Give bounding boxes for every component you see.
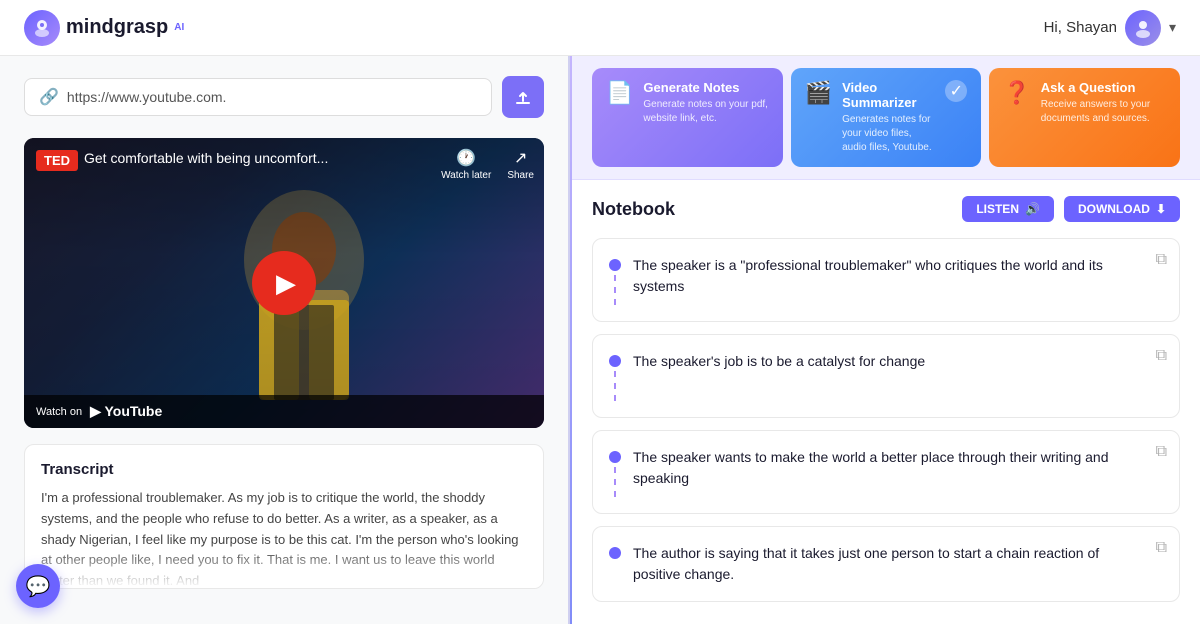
clock-icon: 🕐: [456, 148, 476, 168]
feature-cards-row: 📄 Generate Notes Generate notes on your …: [572, 56, 1200, 180]
transcript-fade: [25, 548, 543, 588]
watch-later-label: Watch later: [441, 170, 491, 181]
download-icon: ⬇: [1156, 202, 1166, 216]
watch-later-action[interactable]: 🕐 Watch later: [441, 148, 491, 181]
ask-desc: Receive answers to your documents and so…: [1041, 98, 1166, 126]
copy-icon-3: ⧉: [1156, 443, 1167, 460]
notebook-header: Notebook LISTEN 🔊 DOWNLOAD ⬇: [592, 196, 1180, 222]
logo-text: mindgrasp: [66, 16, 168, 39]
ask-icon: ❓: [1003, 80, 1030, 106]
chevron-down-icon[interactable]: ▾: [1169, 19, 1176, 36]
video-card-title: Video Summarizer: [842, 80, 935, 110]
generate-title: Generate Notes: [643, 80, 768, 95]
video-card-icon: 🎬: [805, 80, 832, 106]
video-actions: 🕐 Watch later ↗ Share: [441, 148, 534, 181]
youtube-logo: ▶ YouTube: [90, 403, 162, 420]
note-text-3: The speaker wants to make the world a be…: [633, 447, 1135, 489]
generate-notes-card[interactable]: 📄 Generate Notes Generate notes on your …: [592, 68, 783, 167]
video-content: Video Summarizer Generates notes for you…: [842, 80, 935, 155]
listen-button[interactable]: LISTEN 🔊: [962, 196, 1054, 222]
download-button[interactable]: DOWNLOAD ⬇: [1064, 196, 1180, 222]
note-dot-area-2: [609, 351, 621, 401]
copy-button-4[interactable]: ⧉: [1156, 539, 1167, 557]
copy-icon-2: ⧉: [1156, 347, 1167, 364]
notebook-title: Notebook: [592, 199, 675, 220]
link-icon: 🔗: [39, 87, 59, 107]
video-thumbnail: TED Get comfortable with being uncomfort…: [24, 138, 544, 428]
note-dot-4: [609, 547, 621, 559]
generate-content: Generate Notes Generate notes on your pd…: [643, 80, 768, 126]
youtube-bar: Watch on ▶ YouTube: [24, 395, 544, 428]
play-button[interactable]: ▶: [252, 251, 316, 315]
logo-area: mindgrasp AI: [24, 10, 184, 46]
url-area: 🔗: [24, 76, 544, 118]
note-dot-1: [609, 259, 621, 271]
note-text-2: The speaker's job is to be a catalyst fo…: [633, 351, 1135, 372]
url-input-wrapper: 🔗: [24, 78, 492, 116]
note-card-2: The speaker's job is to be a catalyst fo…: [592, 334, 1180, 418]
main-content: 🔗: [0, 56, 1200, 624]
ask-title: Ask a Question: [1041, 80, 1166, 95]
note-card-1: The speaker is a "professional troublema…: [592, 238, 1180, 322]
note-dot-area-1: [609, 255, 621, 305]
note-card-3: The speaker wants to make the world a be…: [592, 430, 1180, 514]
video-container[interactable]: TED Get comfortable with being uncomfort…: [24, 138, 544, 428]
notebook-area: Notebook LISTEN 🔊 DOWNLOAD ⬇: [572, 180, 1200, 624]
logo-icon: [24, 10, 60, 46]
copy-button-1[interactable]: ⧉: [1156, 251, 1167, 269]
left-panel: 🔗: [0, 56, 570, 624]
user-greeting: Hi, Shayan: [1044, 19, 1117, 36]
copy-button-3[interactable]: ⧉: [1156, 443, 1167, 461]
video-summarizer-card[interactable]: 🎬 Video Summarizer Generates notes for y…: [791, 68, 982, 167]
chat-icon: 💬: [26, 574, 51, 599]
transcript-title: Transcript: [41, 461, 527, 478]
notebook-actions: LISTEN 🔊 DOWNLOAD ⬇: [962, 196, 1180, 222]
note-text-4: The author is saying that it takes just …: [633, 543, 1135, 585]
app-header: mindgrasp AI Hi, Shayan ▾: [0, 0, 1200, 56]
logo-super: AI: [174, 22, 184, 33]
watch-on-label: Watch on: [36, 406, 82, 418]
note-card-4: The author is saying that it takes just …: [592, 526, 1180, 602]
generate-desc: Generate notes on your pdf, website link…: [643, 98, 768, 126]
share-icon: ↗: [514, 148, 527, 168]
note-dot-area-3: [609, 447, 621, 497]
download-label: DOWNLOAD: [1078, 202, 1150, 216]
upload-button[interactable]: [502, 76, 544, 118]
ask-content: Ask a Question Receive answers to your d…: [1041, 80, 1166, 126]
ted-badge: TED: [36, 150, 78, 171]
user-area: Hi, Shayan ▾: [1044, 10, 1176, 46]
note-dot-area-4: [609, 543, 621, 559]
copy-icon-4: ⧉: [1156, 539, 1167, 556]
note-line-2: [614, 371, 616, 401]
copy-icon-1: ⧉: [1156, 251, 1167, 268]
url-input[interactable]: [67, 89, 477, 105]
video-title: Get comfortable with being uncomfort...: [84, 150, 328, 166]
generate-icon: 📄: [606, 80, 633, 106]
share-action[interactable]: ↗ Share: [507, 148, 534, 181]
ask-question-card[interactable]: ❓ Ask a Question Receive answers to your…: [989, 68, 1180, 167]
share-label: Share: [507, 170, 534, 181]
note-text-1: The speaker is a "professional troublema…: [633, 255, 1135, 297]
copy-button-2[interactable]: ⧉: [1156, 347, 1167, 365]
right-panel: 📄 Generate Notes Generate notes on your …: [572, 56, 1200, 624]
note-line-3: [614, 467, 616, 497]
note-dot-3: [609, 451, 621, 463]
listen-label: LISTEN: [976, 202, 1019, 216]
avatar[interactable]: [1125, 10, 1161, 46]
note-line-1: [614, 275, 616, 305]
transcript-box: Transcript I'm a professional troublemak…: [24, 444, 544, 589]
chat-button[interactable]: 💬: [16, 564, 60, 608]
note-dot-2: [609, 355, 621, 367]
video-card-desc: Generates notes for your video files, au…: [842, 113, 935, 155]
play-icon: ▶: [276, 268, 296, 299]
speaker-icon: 🔊: [1025, 202, 1040, 216]
video-check-icon: ✓: [945, 80, 967, 102]
